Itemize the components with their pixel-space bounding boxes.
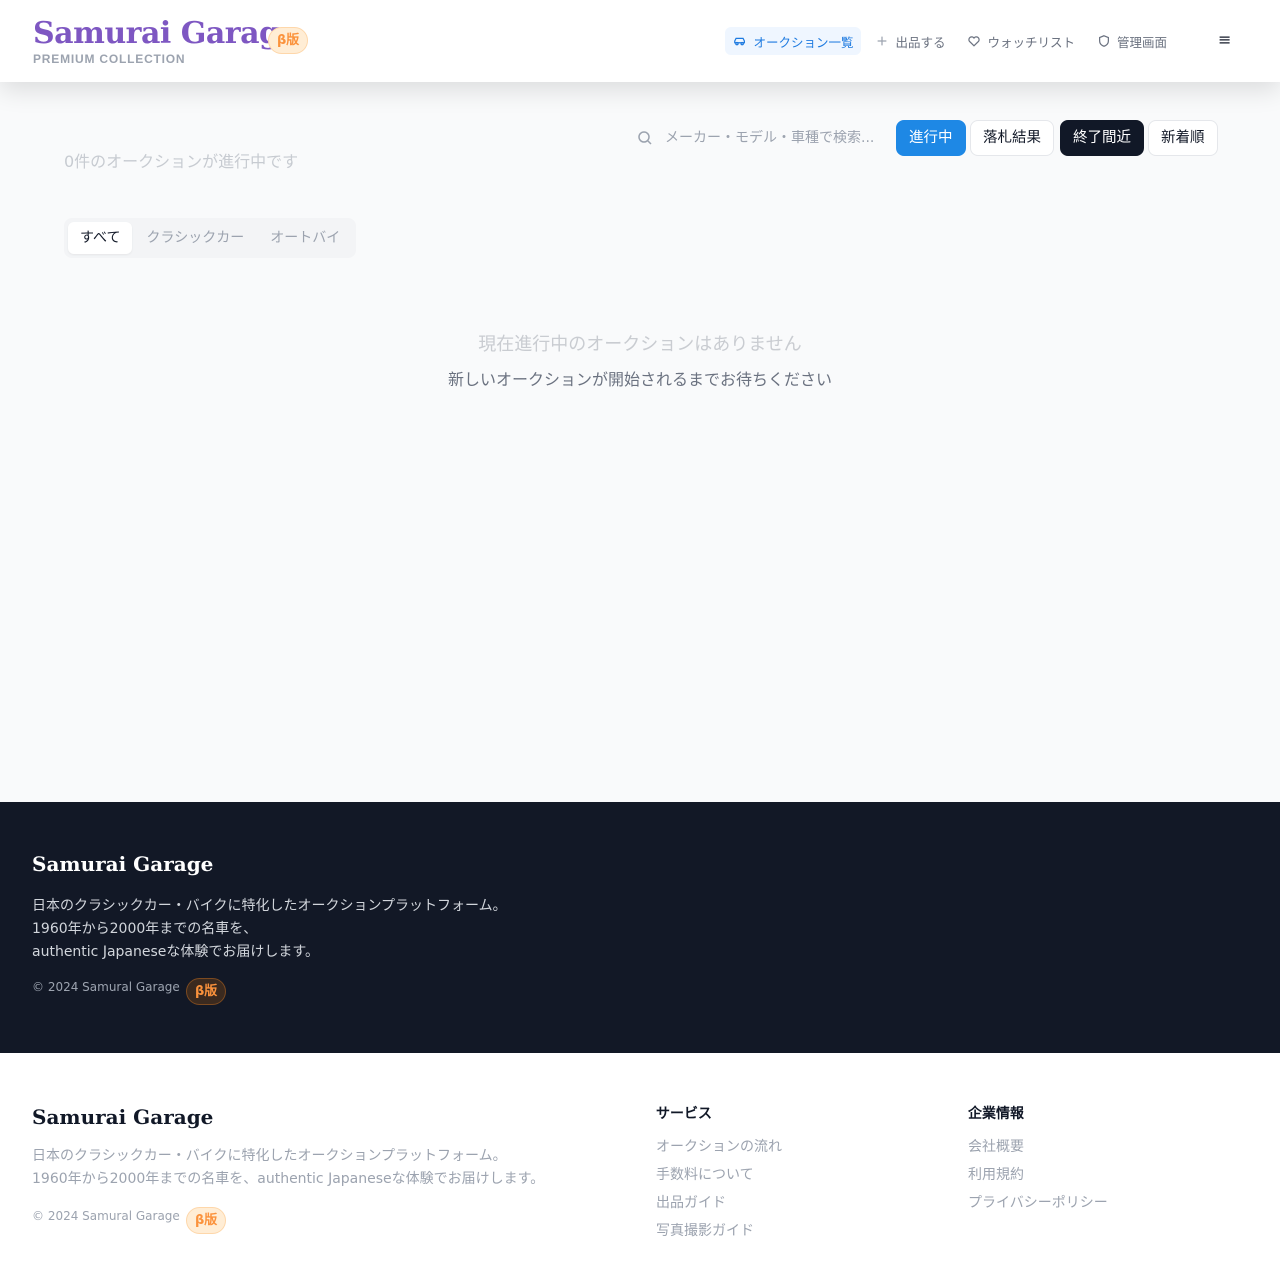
footer-link-company[interactable]: 会社概要 (968, 1133, 1108, 1161)
tab-classic-car[interactable]: クラシックカー (134, 222, 256, 254)
heart-icon (968, 36, 981, 47)
footer-link-auction-flow[interactable]: オークションの流れ (656, 1133, 782, 1161)
brand-title[interactable]: Samurai Garage (33, 14, 299, 54)
tab-motorcycle[interactable]: オートバイ (258, 222, 352, 254)
footer-desc-line: 1960年から2000年までの名車を、authentic Japaneseな体験… (32, 1171, 545, 1187)
nav-label: ウォッチリスト (987, 34, 1075, 50)
filter-results-button[interactable]: 落札結果 (970, 120, 1054, 156)
footer-link-fees[interactable]: 手数料について (656, 1161, 782, 1189)
beta-badge: β版 (186, 1207, 227, 1234)
tab-all[interactable]: すべて (68, 222, 133, 254)
brand-subtitle: PREMIUM COLLECTION (33, 52, 186, 66)
main-nav: オークション一覧 出品する ウォッチリスト 管理画面 (725, 27, 1175, 55)
filter-ongoing-button[interactable]: 進行中 (896, 120, 966, 156)
beta-badge: β版 (186, 978, 227, 1005)
footer-dark: Samurai Garage 日本のクラシックカー・バイクに特化したオークション… (0, 802, 1280, 1053)
nav-admin[interactable]: 管理画面 (1089, 27, 1175, 55)
footer-description: 日本のクラシックカー・バイクに特化したオークションプラットフォーム。 1960年… (32, 1145, 592, 1191)
nav-label: 出品する (895, 34, 946, 50)
category-tabs: すべて クラシックカー オートバイ (64, 218, 357, 258)
empty-state-title: 現在進行中のオークションはありません (478, 334, 802, 355)
footer-company-column: 企業情報 会社概要 利用規約 プライバシーポリシー (968, 1103, 1108, 1217)
nav-watchlist[interactable]: ウォッチリスト (959, 27, 1083, 55)
footer-copyright: © 2024 Samural Garage (32, 1209, 180, 1223)
footer-company-heading: 企業情報 (968, 1106, 1024, 1122)
footer-copyright: © 2024 Samural Garage (32, 980, 180, 994)
auction-count-text: 0件のオークションが進行中です (64, 152, 299, 171)
footer-brand-title: Samurai Garage (32, 852, 214, 876)
sort-ending-soon-button[interactable]: 終了間近 (1060, 120, 1144, 156)
footer-service-column: サービス オークションの流れ 手数料について 出品ガイド 写真撮影ガイド (656, 1103, 782, 1245)
empty-state-subtitle: 新しいオークションが開始されるまでお待ちください (447, 370, 832, 389)
sort-newest-button[interactable]: 新着順 (1148, 120, 1218, 156)
nav-label: オークション一覧 (753, 34, 854, 50)
car-icon (734, 37, 746, 46)
footer-description: 日本のクラシックカー・バイクに特化したオークションプラットフォーム。 1960年… (32, 895, 552, 964)
search-input[interactable] (665, 130, 875, 146)
plus-icon (878, 36, 887, 46)
search-bar[interactable] (630, 120, 885, 156)
footer-desc-line: authentic Japaneseな体験でお届けします。 (32, 944, 319, 960)
nav-label: 管理画面 (1116, 34, 1167, 50)
footer-desc-line: 日本のクラシックカー・バイクに特化したオークションプラットフォーム。 (32, 898, 507, 914)
footer-service-heading: サービス (656, 1106, 712, 1122)
nav-list-item[interactable]: 出品する (867, 27, 953, 55)
footer-link-photo-guide[interactable]: 写真撮影ガイド (656, 1217, 782, 1245)
footer-brand-title: Samurai Garage (32, 1105, 214, 1129)
footer-desc-line: 日本のクラシックカー・バイクに特化したオークションプラットフォーム。 (32, 1148, 507, 1164)
shield-icon (1098, 35, 1109, 47)
footer-link-privacy[interactable]: プライバシーポリシー (968, 1189, 1108, 1217)
footer-link-listing-guide[interactable]: 出品ガイド (656, 1189, 782, 1217)
footer-desc-line: 1960年から2000年までの名車を、 (32, 921, 258, 937)
main-content: 0件のオークションが進行中です 進行中 落札結果 終了間近 新着順 すべて クラ… (0, 82, 1280, 802)
search-icon (638, 131, 652, 145)
hamburger-menu-icon[interactable]: ≡ (1218, 30, 1234, 50)
brand-logo[interactable]: Samurai Garage PREMIUM COLLECTION (33, 14, 299, 66)
footer-light: Samurai Garage 日本のクラシックカー・バイクに特化したオークション… (0, 1053, 1280, 1286)
beta-badge: β版 (268, 27, 309, 54)
site-header: Samurai Garage PREMIUM COLLECTION β版 オーク… (0, 0, 1280, 82)
nav-auction-list[interactable]: オークション一覧 (725, 27, 862, 55)
footer-link-terms[interactable]: 利用規約 (968, 1161, 1108, 1189)
